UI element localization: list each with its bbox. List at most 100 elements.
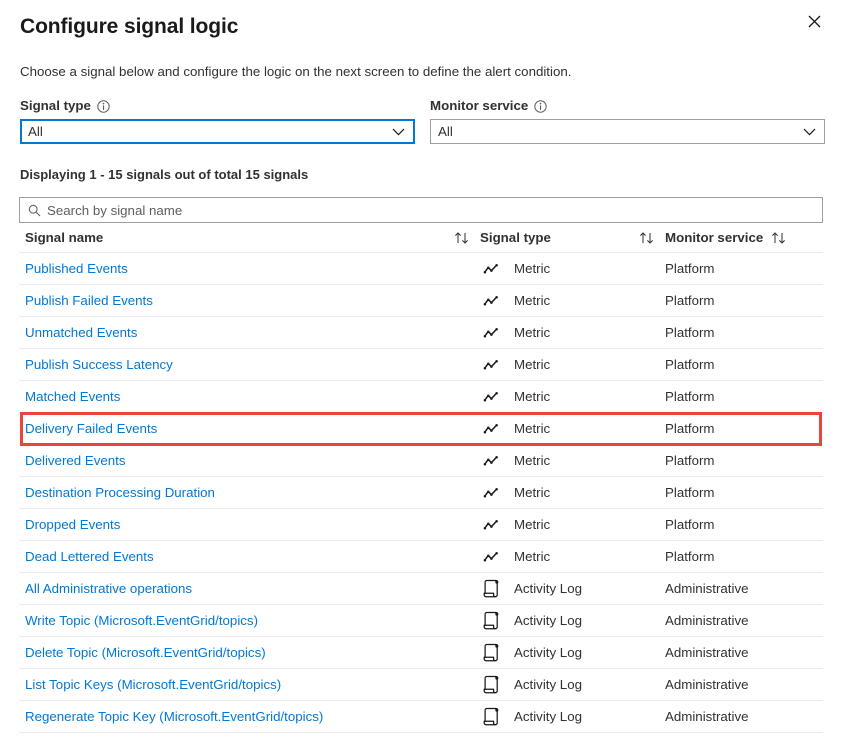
cell-monitor-service: Platform: [665, 356, 823, 374]
monitor-service-text: Administrative: [665, 612, 749, 628]
blade-description: Choose a signal below and configure the …: [20, 64, 572, 79]
metric-line-chart-icon: [480, 487, 502, 499]
info-icon[interactable]: [534, 99, 547, 113]
signal-name-link[interactable]: Regenerate Topic Key (Microsoft.EventGri…: [25, 708, 323, 726]
cell-signal-type: Metric: [480, 484, 665, 502]
activity-log-scroll-icon: [480, 579, 502, 598]
signal-name-link[interactable]: Dropped Events: [25, 516, 120, 534]
signal-name-link[interactable]: Destination Processing Duration: [25, 484, 215, 502]
table-row[interactable]: Delivery Failed Events Metric Platform: [19, 413, 823, 445]
results-count: Displaying 1 - 15 signals out of total 1…: [20, 167, 309, 182]
sort-ascending-descending-icon[interactable]: [454, 231, 480, 244]
cell-signal-name: Dropped Events: [25, 516, 480, 534]
page-title: Configure signal logic: [20, 15, 239, 38]
signals-table: Signal name Signal type Monitor service: [19, 223, 823, 733]
monitor-service-text: Platform: [665, 356, 715, 372]
monitor-service-dropdown-value: All: [438, 123, 453, 139]
table-row[interactable]: Published Events Metric Platform: [19, 253, 823, 285]
table-row[interactable]: Publish Failed Events Metric Platform: [19, 285, 823, 317]
cell-signal-type: Metric: [480, 388, 665, 406]
filter-row: Signal type All Monitor service All: [0, 81, 842, 144]
cell-monitor-service: Platform: [665, 452, 823, 470]
cell-signal-name: Publish Success Latency: [25, 356, 480, 374]
table-row[interactable]: Destination Processing Duration Metric Pla…: [19, 477, 823, 509]
signal-type-text: Activity Log: [514, 580, 582, 596]
column-header-signal-name[interactable]: Signal name: [25, 229, 480, 247]
search-icon: [28, 204, 41, 217]
table-row[interactable]: Delivered Events Metric Platform: [19, 445, 823, 477]
cell-signal-name: Published Events: [25, 260, 480, 278]
table-row[interactable]: List Topic Keys (Microsoft.EventGrid/top…: [19, 669, 823, 701]
monitor-service-dropdown[interactable]: All: [430, 119, 825, 144]
signal-name-link[interactable]: Unmatched Events: [25, 324, 137, 342]
cell-monitor-service: Platform: [665, 324, 823, 342]
cell-monitor-service: Platform: [665, 548, 823, 566]
table-row[interactable]: Dead Lettered Events Metric Platform: [19, 541, 823, 573]
activity-log-scroll-icon: [480, 611, 502, 630]
signal-type-text: Metric: [514, 260, 551, 276]
signal-type-dropdown-value: All: [28, 123, 43, 139]
signal-name-link[interactable]: List Topic Keys (Microsoft.EventGrid/top…: [25, 676, 281, 694]
table-row[interactable]: Publish Success Latency Metric Platform: [19, 349, 823, 381]
cell-signal-type: Metric: [480, 324, 665, 342]
cell-signal-name: Destination Processing Duration: [25, 484, 480, 502]
signal-name-link[interactable]: Write Topic (Microsoft.EventGrid/topics): [25, 612, 258, 630]
signal-name-link[interactable]: Delete Topic (Microsoft.EventGrid/topics…: [25, 644, 266, 662]
signal-type-text: Metric: [514, 324, 551, 340]
metric-line-chart-icon: [480, 295, 502, 307]
search-box[interactable]: [19, 197, 823, 223]
cell-monitor-service: Administrative: [665, 612, 823, 630]
cell-signal-type: Activity Log: [480, 579, 665, 598]
cell-signal-type: Activity Log: [480, 643, 665, 662]
column-header-signal-name-label: Signal name: [25, 229, 104, 245]
table-row[interactable]: Regenerate Topic Key (Microsoft.EventGri…: [19, 701, 823, 733]
signal-type-text: Metric: [514, 516, 551, 532]
cell-monitor-service: Platform: [665, 420, 823, 438]
chevron-down-icon: [392, 127, 405, 136]
sort-ascending-descending-icon[interactable]: [771, 231, 797, 244]
signal-name-link[interactable]: Publish Failed Events: [25, 292, 153, 310]
signal-type-text: Metric: [514, 484, 551, 500]
table-row[interactable]: Delete Topic (Microsoft.EventGrid/topics…: [19, 637, 823, 669]
signal-name-link[interactable]: Publish Success Latency: [25, 356, 173, 374]
cell-signal-name: Delivery Failed Events: [25, 420, 480, 438]
signal-name-link[interactable]: Delivery Failed Events: [25, 420, 157, 438]
table-row[interactable]: Unmatched Events Metric Platform: [19, 317, 823, 349]
signal-name-link[interactable]: Matched Events: [25, 388, 120, 406]
cell-monitor-service: Platform: [665, 484, 823, 502]
column-header-monitor-service-label: Monitor service: [665, 229, 764, 245]
info-icon[interactable]: [97, 99, 110, 113]
cell-signal-type: Activity Log: [480, 707, 665, 726]
signal-name-link[interactable]: Published Events: [25, 260, 128, 278]
filter-signal-type: Signal type All: [20, 97, 415, 144]
metric-line-chart-icon: [480, 519, 502, 531]
signal-name-link[interactable]: All Administrative operations: [25, 580, 192, 598]
signal-type-dropdown[interactable]: All: [20, 119, 415, 144]
metric-line-chart-icon: [480, 423, 502, 435]
metric-line-chart-icon: [480, 455, 502, 467]
sort-ascending-descending-icon[interactable]: [639, 231, 665, 244]
cell-signal-type: Metric: [480, 516, 665, 534]
table-row[interactable]: Write Topic (Microsoft.EventGrid/topics)…: [19, 605, 823, 637]
signal-name-link[interactable]: Dead Lettered Events: [25, 548, 154, 566]
close-button[interactable]: [800, 7, 828, 35]
table-row[interactable]: Matched Events Metric Platform: [19, 381, 823, 413]
monitor-service-text: Administrative: [665, 708, 749, 724]
signal-name-link[interactable]: Delivered Events: [25, 452, 126, 470]
cell-monitor-service: Administrative: [665, 644, 823, 662]
signal-type-text: Activity Log: [514, 676, 582, 692]
search-input[interactable]: [47, 198, 814, 222]
metric-line-chart-icon: [480, 327, 502, 339]
metric-line-chart-icon: [480, 263, 502, 275]
cell-signal-type: Metric: [480, 420, 665, 438]
blade-header: Configure signal logic: [0, 0, 842, 41]
table-row[interactable]: Dropped Events Metric Platform: [19, 509, 823, 541]
column-header-signal-type[interactable]: Signal type: [480, 229, 665, 247]
table-header-row: Signal name Signal type Monitor service: [19, 223, 823, 253]
column-header-monitor-service[interactable]: Monitor service: [665, 229, 823, 247]
filter-signal-type-label: Signal type: [20, 98, 91, 113]
table-row[interactable]: All Administrative operations Activity Lo…: [19, 573, 823, 605]
column-header-signal-type-label: Signal type: [480, 229, 551, 245]
signal-type-text: Metric: [514, 452, 551, 468]
cell-signal-type: Metric: [480, 260, 665, 278]
